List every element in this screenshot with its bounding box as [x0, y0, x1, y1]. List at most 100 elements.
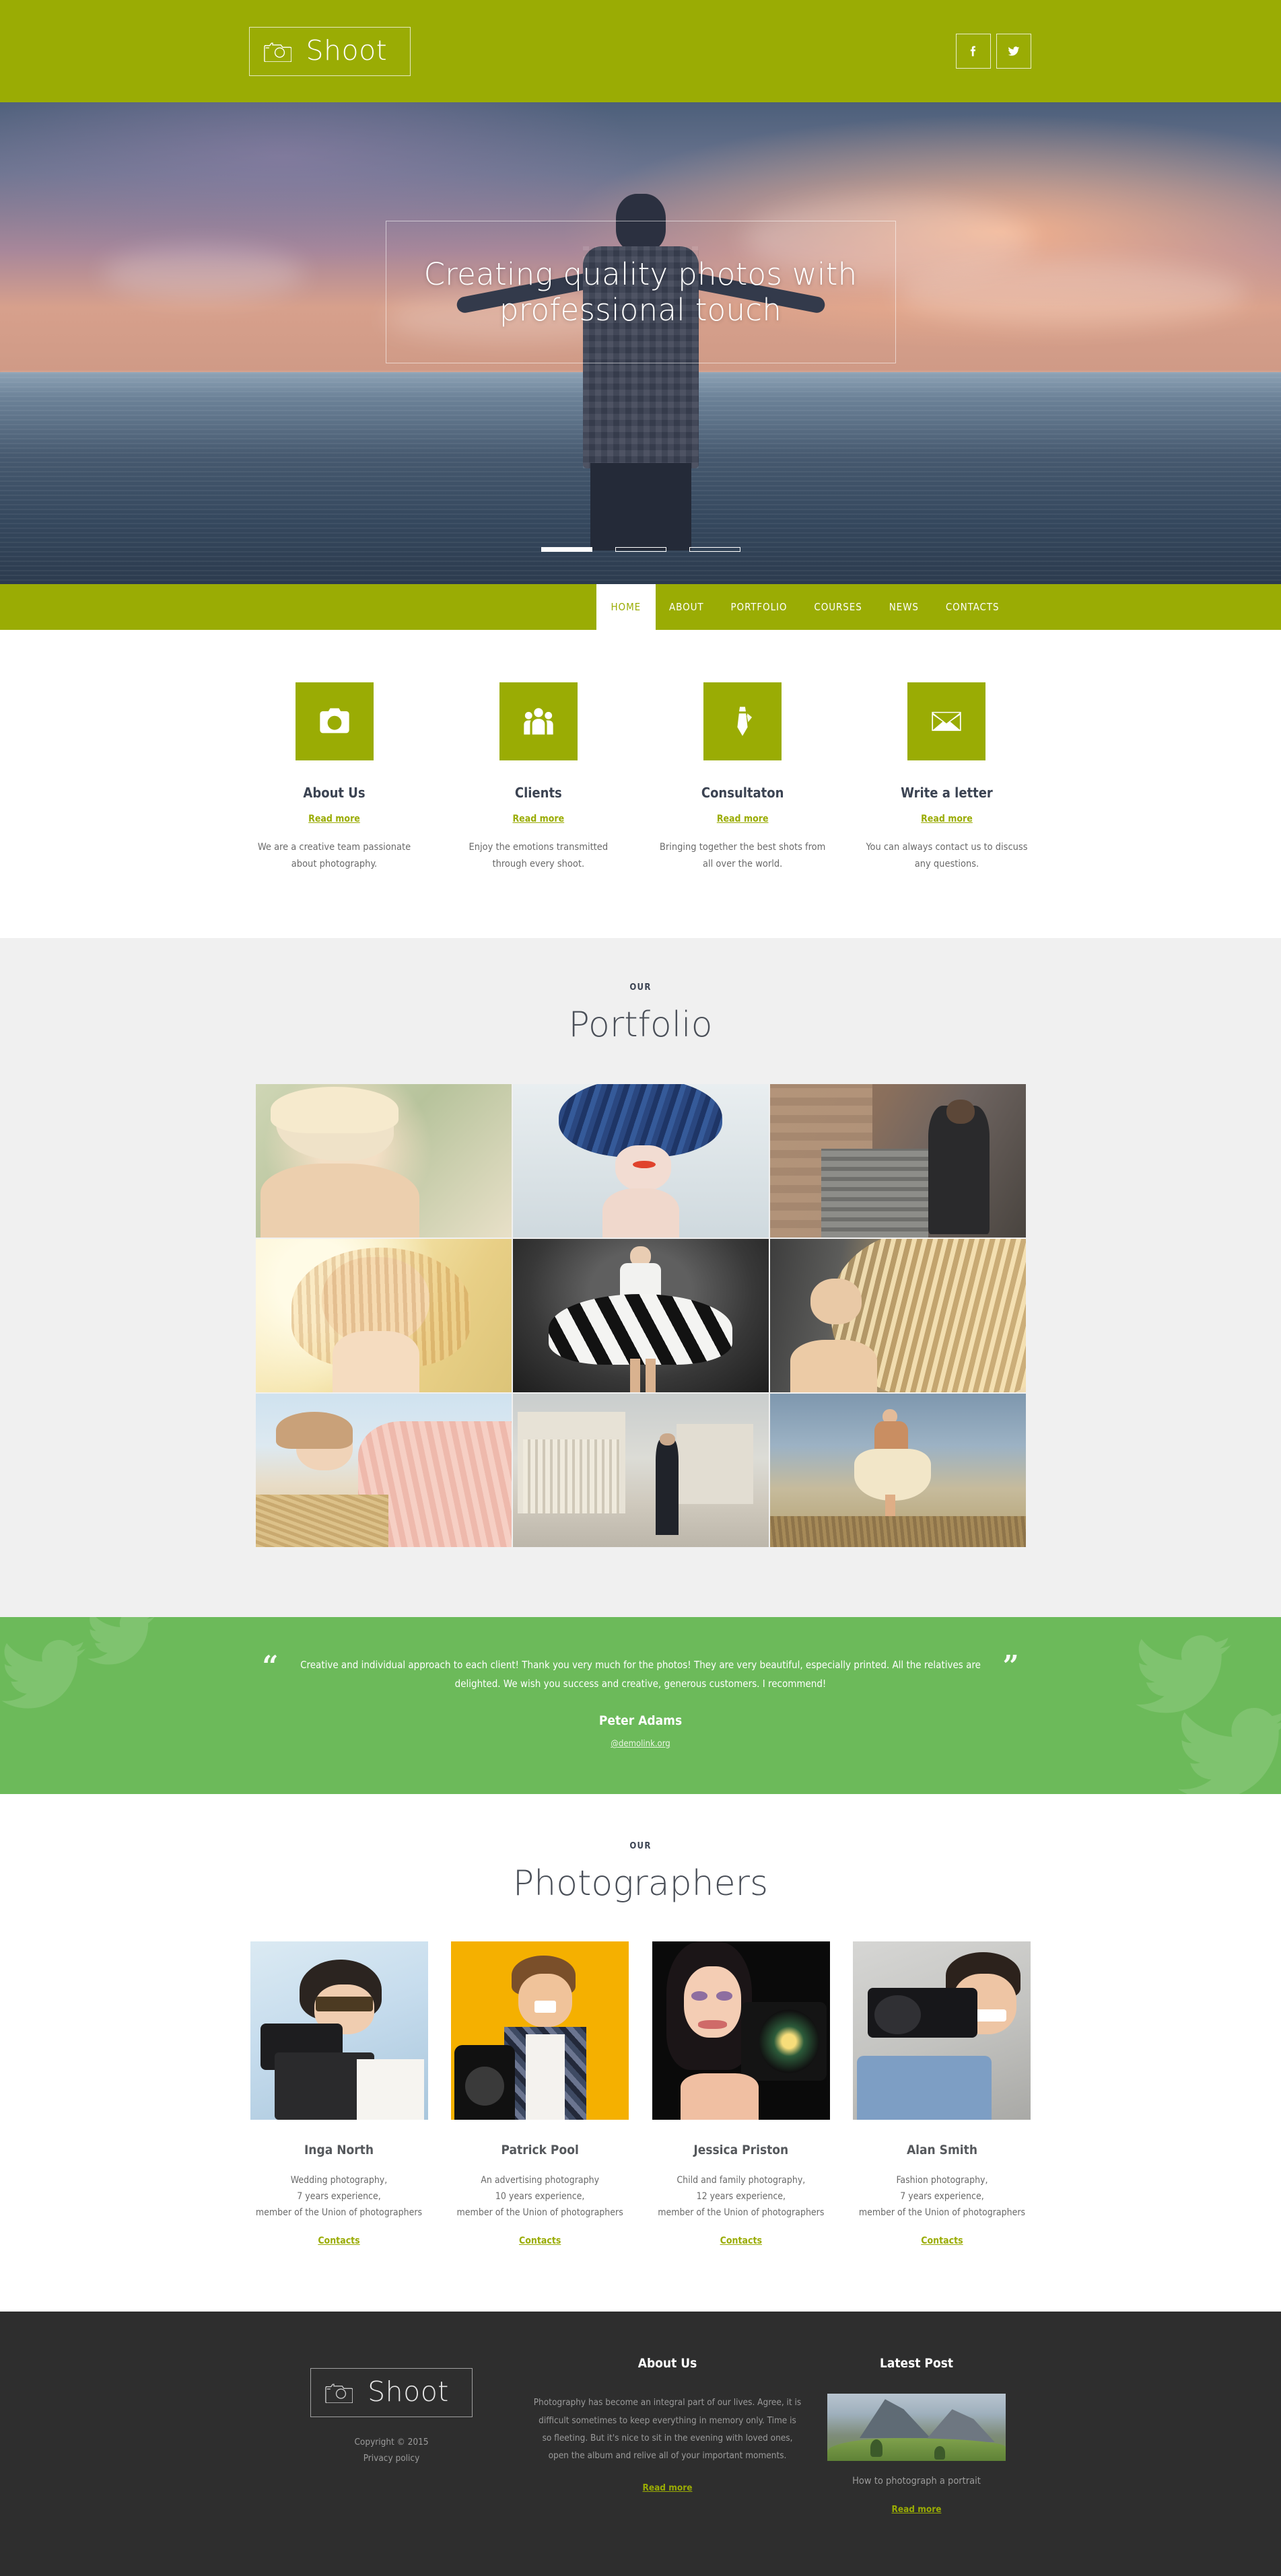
- photographer-name: Inga North: [304, 2143, 374, 2158]
- service-title: Consultaton: [701, 785, 784, 801]
- portfolio-item[interactable]: [512, 1238, 769, 1392]
- footer-logo[interactable]: Shoot: [310, 2368, 473, 2418]
- service-read-more-link[interactable]: Read more: [308, 814, 360, 824]
- service-title: Write a letter: [901, 785, 993, 801]
- service-card-write-a-letter: Write a letter Read more You can always …: [862, 682, 1031, 873]
- footer-about-title: About Us: [637, 2356, 697, 2371]
- camera-icon: [324, 2381, 353, 2404]
- photographer-photo[interactable]: [451, 1941, 629, 2120]
- twitter-icon[interactable]: [996, 34, 1031, 69]
- main-navigation: HOME ABOUT PORTFOLIO COURSES NEWS CONTAC…: [0, 584, 1281, 630]
- portfolio-item[interactable]: [255, 1083, 512, 1238]
- footer-about-column: About Us Photography has become an integ…: [533, 2356, 802, 2493]
- photographer-bio: An advertising photography 10 years expe…: [456, 2175, 623, 2219]
- testimonial-link[interactable]: @demolink.org: [611, 1739, 670, 1749]
- service-title: About Us: [303, 785, 366, 801]
- privacy-policy-link[interactable]: Privacy policy: [354, 2451, 428, 2467]
- service-text: You can always contact us to discuss any…: [866, 842, 1028, 870]
- twitter-bird-icon: [1, 1639, 86, 1709]
- service-card-consultaton: Consultaton Read more Bringing together …: [658, 682, 827, 873]
- post-thumbnail[interactable]: [827, 2394, 1006, 2462]
- footer-latest-post-column: Latest Post How to photograph a portrait…: [802, 2356, 1031, 2515]
- photographer-contacts-link[interactable]: Contacts: [720, 2235, 762, 2246]
- portfolio-item[interactable]: [769, 1083, 1026, 1238]
- people-group-icon[interactable]: [499, 682, 578, 760]
- photographer-photo[interactable]: [652, 1941, 830, 2120]
- site-logo[interactable]: Shoot: [248, 26, 411, 76]
- page-root: Shoot Creating quality photos with profe…: [0, 0, 1281, 2576]
- footer-copyright: Copyright © 2015 Privacy policy: [354, 2435, 428, 2466]
- nav-item-courses[interactable]: COURSES: [800, 584, 875, 630]
- open-quote-icon: “: [262, 1649, 279, 1682]
- service-read-more-link[interactable]: Read more: [921, 814, 973, 824]
- services-section: About Us Read more We are a creative tea…: [0, 630, 1281, 938]
- photographer-contacts-link[interactable]: Contacts: [921, 2235, 963, 2246]
- envelope-icon[interactable]: [907, 682, 986, 760]
- twitter-bird-icon: [88, 1616, 155, 1665]
- service-title: Clients: [514, 785, 562, 801]
- hero-slider: Creating quality photos with professiona…: [0, 102, 1281, 584]
- section-title: Portfolio: [568, 1004, 713, 1045]
- hero-headline: Creating quality photos with professiona…: [423, 256, 858, 328]
- nav-spacer: [250, 584, 596, 630]
- nav-item-contacts[interactable]: CONTACTS: [932, 584, 1013, 630]
- service-card-about-us: About Us Read more We are a creative tea…: [250, 682, 419, 873]
- hero-pager-dot-1[interactable]: [541, 547, 592, 552]
- photographer-card: Inga North Wedding photography, 7 years …: [250, 1941, 428, 2247]
- portfolio-item[interactable]: [512, 1393, 769, 1547]
- photographer-bio: Fashion photography, 7 years experience,…: [858, 2175, 1026, 2219]
- footer-post-title: Latest Post: [879, 2356, 954, 2371]
- necktie-icon[interactable]: [703, 682, 782, 760]
- hero-pager-dot-3[interactable]: [689, 547, 740, 552]
- service-text: We are a creative team passionate about …: [257, 842, 411, 870]
- footer-post-read-more-link[interactable]: Read more: [892, 2504, 942, 2515]
- portfolio-item[interactable]: [769, 1393, 1026, 1547]
- portfolio-item[interactable]: [512, 1083, 769, 1238]
- photographers-section: OUR Photographers Inga North Wedding pho…: [0, 1794, 1281, 2312]
- photographer-photo[interactable]: [853, 1941, 1031, 2120]
- service-text: Bringing together the best shots from al…: [659, 842, 826, 870]
- section-kicker: OUR: [629, 982, 652, 993]
- logo-text: Shoot: [306, 34, 388, 67]
- service-card-clients: Clients Read more Enjoy the emotions tra…: [454, 682, 623, 873]
- photographer-photo[interactable]: [250, 1941, 428, 2120]
- portfolio-item[interactable]: [769, 1238, 1026, 1392]
- twitter-bird-icon: [1177, 1708, 1281, 1795]
- portfolio-section: OUR Portfolio: [0, 937, 1281, 1617]
- photographers-heading: OUR Photographers: [0, 1841, 1281, 1904]
- testimonial-author: Peter Adams: [598, 1713, 683, 1729]
- footer-logo-text: Shoot: [368, 2375, 449, 2408]
- camera-icon[interactable]: [295, 682, 374, 760]
- post-headline: How to photograph a portrait: [852, 2476, 981, 2487]
- social-links: [955, 34, 1031, 69]
- portfolio-item[interactable]: [255, 1393, 512, 1547]
- footer-about-text: Photography has become an integral part …: [533, 2397, 802, 2462]
- photographer-name: Jessica Priston: [693, 2143, 789, 2158]
- facebook-icon[interactable]: [955, 34, 991, 69]
- photographer-bio: Wedding photography, 7 years experience,…: [255, 2175, 423, 2219]
- testimonial-section: “ Creative and individual approach to ea…: [0, 1616, 1281, 1795]
- portfolio-grid: [254, 1083, 1028, 1547]
- service-read-more-link[interactable]: Read more: [717, 814, 769, 824]
- nav-item-portfolio[interactable]: PORTFOLIO: [718, 584, 801, 630]
- testimonial-quote: Creative and individual approach to each…: [300, 1658, 981, 1690]
- photographer-bio: Child and family photography, 12 years e…: [658, 2175, 825, 2219]
- nav-item-home[interactable]: HOME: [596, 584, 656, 630]
- photographers-grid: Inga North Wedding photography, 7 years …: [250, 1941, 1031, 2247]
- copyright-text: Copyright © 2015: [354, 2437, 429, 2448]
- section-title: Photographers: [512, 1863, 769, 1904]
- hero-pager-dot-2[interactable]: [615, 547, 666, 552]
- photographer-card: Patrick Pool An advertising photography …: [451, 1941, 629, 2247]
- photographer-card: Jessica Priston Child and family photogr…: [652, 1941, 830, 2247]
- footer-about-read-more-link[interactable]: Read more: [643, 2482, 693, 2493]
- service-read-more-link[interactable]: Read more: [512, 814, 564, 824]
- hero-caption-box: Creating quality photos with professiona…: [385, 221, 896, 363]
- nav-item-about[interactable]: ABOUT: [656, 584, 717, 630]
- portfolio-item[interactable]: [255, 1238, 512, 1392]
- section-kicker: OUR: [629, 1841, 652, 1852]
- footer-brand-column: Shoot Copyright © 2015 Privacy policy: [250, 2356, 533, 2466]
- service-text: Enjoy the emotions transmitted through e…: [469, 842, 609, 870]
- photographer-contacts-link[interactable]: Contacts: [519, 2235, 561, 2246]
- nav-item-news[interactable]: NEWS: [876, 584, 932, 630]
- photographer-contacts-link[interactable]: Contacts: [318, 2235, 359, 2246]
